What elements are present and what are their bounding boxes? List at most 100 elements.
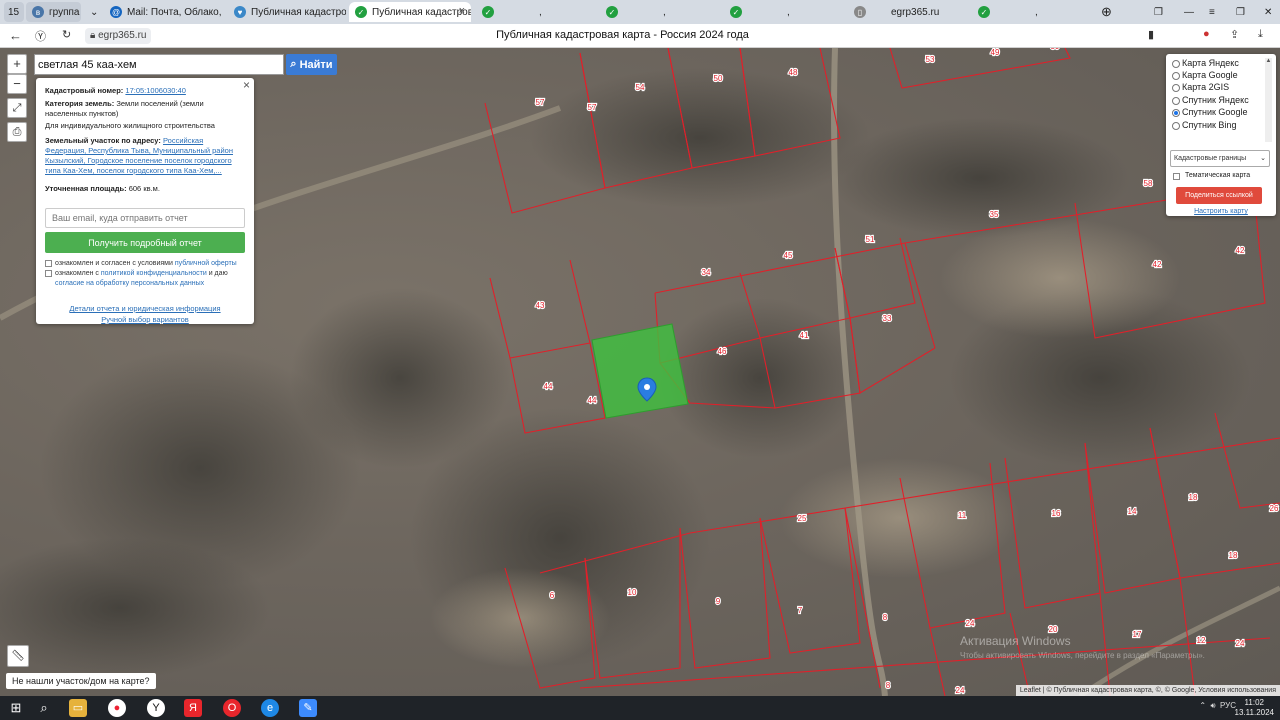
restore-icon[interactable]: ❐: [1230, 2, 1246, 22]
parcel-number-label[interactable]: 49: [989, 48, 1001, 58]
parcel-number-label[interactable]: 26: [1268, 503, 1280, 514]
parcel-number-label[interactable]: 20: [1047, 624, 1059, 635]
not-found-button[interactable]: Не нашли участок/дом на карте?: [6, 673, 156, 689]
parcel-number-label[interactable]: 53: [924, 54, 936, 65]
radio-yandex-map[interactable]: [1172, 60, 1180, 68]
selected-parcel[interactable]: [591, 323, 689, 419]
parcel-number-label[interactable]: 43: [534, 300, 546, 311]
close-tab-icon[interactable]: ×: [459, 5, 465, 17]
cadastral-number-link[interactable]: 17:05:1006030:40: [125, 86, 185, 95]
parcel-number-label[interactable]: 11: [957, 510, 968, 521]
windows-start-icon[interactable]: ⊞: [7, 699, 25, 717]
parcel-number-label[interactable]: 18: [1227, 550, 1239, 561]
tab-counter[interactable]: 15: [4, 2, 24, 22]
download-icon[interactable]: ⤓: [1258, 28, 1263, 41]
parcel-number-label[interactable]: 10: [626, 587, 638, 598]
tab-check-2[interactable]: ✓,: [600, 2, 718, 22]
parcel-number-label[interactable]: 6: [549, 590, 556, 601]
parcel-number-label[interactable]: 48: [787, 67, 799, 78]
parcel-number-label[interactable]: 17: [1131, 629, 1143, 640]
app-icon[interactable]: ✎: [299, 699, 317, 717]
parcel-number-label[interactable]: 58: [1142, 178, 1154, 189]
fullscreen-icon[interactable]: ⤢: [7, 98, 27, 118]
parcel-number-label[interactable]: 24: [964, 618, 976, 629]
tab-cadastral-1[interactable]: ♥Публичная кадастровая: [228, 2, 346, 22]
tab-cadastral-active[interactable]: ✓Публичная кадастровая×: [349, 2, 471, 22]
parcel-number-label[interactable]: 45: [782, 250, 794, 261]
parcel-number-label[interactable]: 8: [885, 680, 892, 691]
manual-select-link[interactable]: Ручной выбор вариантов: [101, 315, 189, 324]
ruler-icon[interactable]: 📏︎: [7, 645, 29, 667]
parcel-number-label[interactable]: 9: [715, 596, 722, 607]
parcel-number-label[interactable]: 24: [954, 685, 966, 696]
radio-yandex-satellite[interactable]: [1172, 97, 1180, 105]
privacy-checkbox[interactable]: [45, 270, 52, 277]
details-link[interactable]: Детали отчета и юридическая информация: [69, 304, 220, 313]
chrome-icon[interactable]: ●: [108, 699, 126, 717]
parcel-number-label[interactable]: 54: [634, 82, 646, 93]
bookmark-icon[interactable]: ▮: [1148, 28, 1154, 41]
parcel-number-label[interactable]: 12: [1195, 635, 1207, 646]
parcel-number-label[interactable]: 35: [988, 209, 1000, 220]
tab-check-4[interactable]: ✓,: [972, 2, 1090, 22]
thematic-map-checkbox[interactable]: [1173, 173, 1180, 180]
radio-2gis-map[interactable]: [1172, 84, 1180, 92]
parcel-number-label[interactable]: 18: [1187, 492, 1199, 503]
privacy-link[interactable]: политикой конфиденциальности: [101, 270, 207, 277]
layer-scrollbar[interactable]: ▲: [1265, 58, 1272, 142]
parcel-number-label[interactable]: 25: [796, 513, 808, 524]
parcel-number-label[interactable]: 44: [542, 381, 554, 392]
minimize-icon[interactable]: —: [1178, 2, 1194, 22]
parcel-number-label[interactable]: 57: [586, 102, 598, 113]
parcel-number-label[interactable]: 7: [797, 605, 804, 616]
clock[interactable]: 11:02 13.11.2024: [1235, 698, 1274, 718]
menu-icon[interactable]: ≡: [1203, 2, 1219, 22]
tab-check-3[interactable]: ✓,: [724, 2, 842, 22]
parcel-number-label[interactable]: 41: [798, 330, 810, 341]
radio-google-satellite[interactable]: [1172, 109, 1180, 117]
yandex-browser-icon[interactable]: Y: [147, 699, 165, 717]
parcel-number-label[interactable]: 14: [1126, 506, 1138, 517]
search-input[interactable]: [34, 54, 284, 75]
zoom-out-button[interactable]: −: [7, 74, 27, 94]
parcel-number-label[interactable]: 34: [700, 267, 712, 278]
parcel-number-label[interactable]: 42: [1151, 259, 1163, 270]
parcel-number-label[interactable]: 44: [586, 395, 598, 406]
parcel-number-label[interactable]: 51: [864, 234, 876, 245]
new-tab-icon[interactable]: ⊕: [1095, 2, 1111, 22]
file-explorer-icon[interactable]: ▭: [69, 699, 87, 717]
tab-check-1[interactable]: ✓,: [476, 2, 594, 22]
email-field[interactable]: [45, 208, 245, 228]
search-button[interactable]: ⌕ Найти: [286, 54, 337, 75]
radio-bing-satellite[interactable]: [1172, 122, 1180, 130]
extension-icon[interactable]: ●: [1203, 28, 1210, 40]
close-window-icon[interactable]: ✕: [1258, 2, 1274, 22]
share-link-button[interactable]: Поделиться ссылкой: [1176, 187, 1262, 204]
cadastral-layer-select[interactable]: Кадастровые границы ⌄: [1170, 150, 1270, 167]
tab-mail[interactable]: @Mail: Почта, Облако, Календ: [104, 2, 224, 22]
offer-link[interactable]: публичной оферты: [175, 260, 237, 267]
tab-egrp365[interactable]: ▯ egrp365.ru: [848, 2, 966, 22]
parcel-number-label[interactable]: 39: [1049, 48, 1061, 52]
parcel-number-label[interactable]: 46: [716, 346, 728, 357]
parcel-number-label[interactable]: 24: [1234, 638, 1246, 649]
map-view[interactable]: 57 57 54 50 48 53 49 39 58 35 51 45 34 42 42 43 33 41 46 44…: [0, 48, 1280, 696]
share-icon[interactable]: ⇪: [1230, 28, 1239, 41]
radio-google-map[interactable]: [1172, 72, 1180, 80]
tab-group-1[interactable]: вгруппа 1: [26, 2, 81, 22]
parcel-number-label[interactable]: 50: [712, 73, 724, 84]
consent-link[interactable]: согласие на обработку персональных данны…: [55, 280, 204, 287]
parcel-number-label[interactable]: 8: [882, 612, 889, 623]
parcel-number-label[interactable]: 33: [881, 313, 893, 324]
get-report-button[interactable]: Получить подробный отчет: [45, 232, 245, 253]
configure-map-link[interactable]: Настроить карту: [1194, 208, 1248, 215]
zoom-in-button[interactable]: +: [7, 54, 27, 74]
parcel-number-label[interactable]: 42: [1234, 245, 1246, 256]
tray-chevron-icon[interactable]: ⌃: [1199, 701, 1206, 710]
yandex-icon[interactable]: Я: [184, 699, 202, 717]
search-icon[interactable]: ⌕: [35, 699, 53, 717]
parcel-number-label[interactable]: 57: [534, 97, 546, 108]
collections-icon[interactable]: ❐: [1148, 2, 1164, 22]
volume-icon[interactable]: 🔊︎: [1210, 701, 1215, 710]
chevron-down-icon[interactable]: ⌄: [84, 2, 100, 22]
